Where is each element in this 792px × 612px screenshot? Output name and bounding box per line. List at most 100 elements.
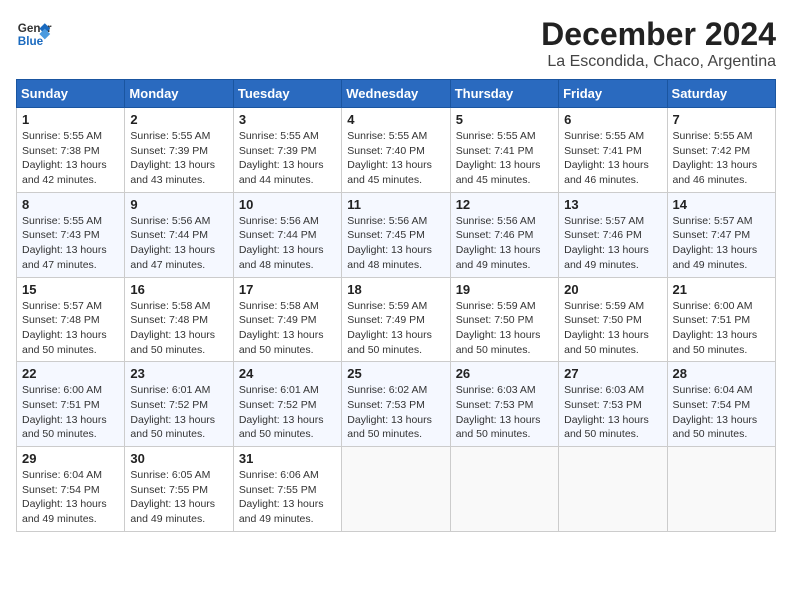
day-info: Sunrise: 5:55 AMSunset: 7:39 PMDaylight:… <box>130 129 227 188</box>
day-info: Sunrise: 6:04 AMSunset: 7:54 PMDaylight:… <box>22 468 119 527</box>
calendar-cell-27: 27 Sunrise: 6:03 AMSunset: 7:53 PMDaylig… <box>559 362 667 447</box>
day-number: 19 <box>456 282 553 297</box>
location-subtitle: La Escondida, Chaco, Argentina <box>541 53 776 71</box>
calendar-cell-29: 29 Sunrise: 6:04 AMSunset: 7:54 PMDaylig… <box>17 447 125 532</box>
calendar-cell-20: 20 Sunrise: 5:59 AMSunset: 7:50 PMDaylig… <box>559 277 667 362</box>
day-info: Sunrise: 5:58 AMSunset: 7:48 PMDaylight:… <box>130 299 227 358</box>
calendar-table: Sunday Monday Tuesday Wednesday Thursday… <box>16 79 776 532</box>
day-number: 14 <box>673 197 770 212</box>
day-number: 7 <box>673 112 770 127</box>
day-info: Sunrise: 5:56 AMSunset: 7:45 PMDaylight:… <box>347 214 444 273</box>
svg-text:Blue: Blue <box>18 35 44 48</box>
day-info: Sunrise: 5:59 AMSunset: 7:50 PMDaylight:… <box>456 299 553 358</box>
calendar-week-2: 8 Sunrise: 5:55 AMSunset: 7:43 PMDayligh… <box>17 192 776 277</box>
calendar-cell-22: 22 Sunrise: 6:00 AMSunset: 7:51 PMDaylig… <box>17 362 125 447</box>
day-info: Sunrise: 5:57 AMSunset: 7:46 PMDaylight:… <box>564 214 661 273</box>
day-number: 2 <box>130 112 227 127</box>
col-monday: Monday <box>125 80 233 108</box>
day-info: Sunrise: 5:55 AMSunset: 7:41 PMDaylight:… <box>456 129 553 188</box>
col-saturday: Saturday <box>667 80 775 108</box>
day-info: Sunrise: 5:55 AMSunset: 7:40 PMDaylight:… <box>347 129 444 188</box>
day-info: Sunrise: 5:59 AMSunset: 7:50 PMDaylight:… <box>564 299 661 358</box>
logo-icon: General Blue <box>16 16 52 52</box>
day-number: 5 <box>456 112 553 127</box>
calendar-week-1: 1 Sunrise: 5:55 AMSunset: 7:38 PMDayligh… <box>17 108 776 193</box>
day-number: 16 <box>130 282 227 297</box>
day-info: Sunrise: 6:01 AMSunset: 7:52 PMDaylight:… <box>130 383 227 442</box>
title-block: December 2024 La Escondida, Chaco, Argen… <box>541 16 776 71</box>
day-info: Sunrise: 6:03 AMSunset: 7:53 PMDaylight:… <box>456 383 553 442</box>
calendar-cell-30: 30 Sunrise: 6:05 AMSunset: 7:55 PMDaylig… <box>125 447 233 532</box>
day-number: 11 <box>347 197 444 212</box>
calendar-cell-17: 17 Sunrise: 5:58 AMSunset: 7:49 PMDaylig… <box>233 277 341 362</box>
calendar-cell-25: 25 Sunrise: 6:02 AMSunset: 7:53 PMDaylig… <box>342 362 450 447</box>
day-number: 30 <box>130 451 227 466</box>
calendar-cell-6: 6 Sunrise: 5:55 AMSunset: 7:41 PMDayligh… <box>559 108 667 193</box>
calendar-cell-28: 28 Sunrise: 6:04 AMSunset: 7:54 PMDaylig… <box>667 362 775 447</box>
day-number: 15 <box>22 282 119 297</box>
col-friday: Friday <box>559 80 667 108</box>
day-number: 25 <box>347 366 444 381</box>
col-wednesday: Wednesday <box>342 80 450 108</box>
calendar-cell-21: 21 Sunrise: 6:00 AMSunset: 7:51 PMDaylig… <box>667 277 775 362</box>
day-info: Sunrise: 6:02 AMSunset: 7:53 PMDaylight:… <box>347 383 444 442</box>
day-number: 21 <box>673 282 770 297</box>
calendar-cell-19: 19 Sunrise: 5:59 AMSunset: 7:50 PMDaylig… <box>450 277 558 362</box>
calendar-cell-14: 14 Sunrise: 5:57 AMSunset: 7:47 PMDaylig… <box>667 192 775 277</box>
calendar-week-4: 22 Sunrise: 6:00 AMSunset: 7:51 PMDaylig… <box>17 362 776 447</box>
day-number: 18 <box>347 282 444 297</box>
day-info: Sunrise: 5:57 AMSunset: 7:48 PMDaylight:… <box>22 299 119 358</box>
month-title: December 2024 <box>541 16 776 53</box>
calendar-cell-3: 3 Sunrise: 5:55 AMSunset: 7:39 PMDayligh… <box>233 108 341 193</box>
calendar-cell-9: 9 Sunrise: 5:56 AMSunset: 7:44 PMDayligh… <box>125 192 233 277</box>
day-info: Sunrise: 5:56 AMSunset: 7:46 PMDaylight:… <box>456 214 553 273</box>
day-info: Sunrise: 5:58 AMSunset: 7:49 PMDaylight:… <box>239 299 336 358</box>
day-number: 10 <box>239 197 336 212</box>
day-info: Sunrise: 5:55 AMSunset: 7:41 PMDaylight:… <box>564 129 661 188</box>
day-number: 12 <box>456 197 553 212</box>
calendar-cell-empty-4-3 <box>342 447 450 532</box>
day-info: Sunrise: 6:03 AMSunset: 7:53 PMDaylight:… <box>564 383 661 442</box>
page-header: General Blue December 2024 La Escondida,… <box>16 16 776 71</box>
day-number: 13 <box>564 197 661 212</box>
calendar-cell-11: 11 Sunrise: 5:56 AMSunset: 7:45 PMDaylig… <box>342 192 450 277</box>
calendar-header-row: Sunday Monday Tuesday Wednesday Thursday… <box>17 80 776 108</box>
day-number: 6 <box>564 112 661 127</box>
calendar-cell-26: 26 Sunrise: 6:03 AMSunset: 7:53 PMDaylig… <box>450 362 558 447</box>
day-number: 20 <box>564 282 661 297</box>
day-info: Sunrise: 6:01 AMSunset: 7:52 PMDaylight:… <box>239 383 336 442</box>
day-info: Sunrise: 5:55 AMSunset: 7:43 PMDaylight:… <box>22 214 119 273</box>
day-number: 17 <box>239 282 336 297</box>
calendar-cell-8: 8 Sunrise: 5:55 AMSunset: 7:43 PMDayligh… <box>17 192 125 277</box>
day-info: Sunrise: 6:06 AMSunset: 7:55 PMDaylight:… <box>239 468 336 527</box>
calendar-cell-empty-4-4 <box>450 447 558 532</box>
day-info: Sunrise: 5:55 AMSunset: 7:38 PMDaylight:… <box>22 129 119 188</box>
day-number: 26 <box>456 366 553 381</box>
day-number: 24 <box>239 366 336 381</box>
day-number: 22 <box>22 366 119 381</box>
logo: General Blue <box>16 16 52 52</box>
day-info: Sunrise: 5:55 AMSunset: 7:42 PMDaylight:… <box>673 129 770 188</box>
calendar-cell-2: 2 Sunrise: 5:55 AMSunset: 7:39 PMDayligh… <box>125 108 233 193</box>
calendar-cell-7: 7 Sunrise: 5:55 AMSunset: 7:42 PMDayligh… <box>667 108 775 193</box>
day-number: 31 <box>239 451 336 466</box>
calendar-cell-16: 16 Sunrise: 5:58 AMSunset: 7:48 PMDaylig… <box>125 277 233 362</box>
day-info: Sunrise: 6:05 AMSunset: 7:55 PMDaylight:… <box>130 468 227 527</box>
calendar-cell-12: 12 Sunrise: 5:56 AMSunset: 7:46 PMDaylig… <box>450 192 558 277</box>
calendar-cell-24: 24 Sunrise: 6:01 AMSunset: 7:52 PMDaylig… <box>233 362 341 447</box>
day-info: Sunrise: 5:56 AMSunset: 7:44 PMDaylight:… <box>130 214 227 273</box>
calendar-cell-18: 18 Sunrise: 5:59 AMSunset: 7:49 PMDaylig… <box>342 277 450 362</box>
day-info: Sunrise: 5:57 AMSunset: 7:47 PMDaylight:… <box>673 214 770 273</box>
calendar-cell-13: 13 Sunrise: 5:57 AMSunset: 7:46 PMDaylig… <box>559 192 667 277</box>
day-number: 23 <box>130 366 227 381</box>
calendar-week-5: 29 Sunrise: 6:04 AMSunset: 7:54 PMDaylig… <box>17 447 776 532</box>
day-info: Sunrise: 5:55 AMSunset: 7:39 PMDaylight:… <box>239 129 336 188</box>
day-number: 8 <box>22 197 119 212</box>
day-number: 27 <box>564 366 661 381</box>
calendar-week-3: 15 Sunrise: 5:57 AMSunset: 7:48 PMDaylig… <box>17 277 776 362</box>
calendar-cell-5: 5 Sunrise: 5:55 AMSunset: 7:41 PMDayligh… <box>450 108 558 193</box>
day-number: 28 <box>673 366 770 381</box>
day-info: Sunrise: 5:56 AMSunset: 7:44 PMDaylight:… <box>239 214 336 273</box>
calendar-cell-1: 1 Sunrise: 5:55 AMSunset: 7:38 PMDayligh… <box>17 108 125 193</box>
calendar-cell-empty-4-6 <box>667 447 775 532</box>
